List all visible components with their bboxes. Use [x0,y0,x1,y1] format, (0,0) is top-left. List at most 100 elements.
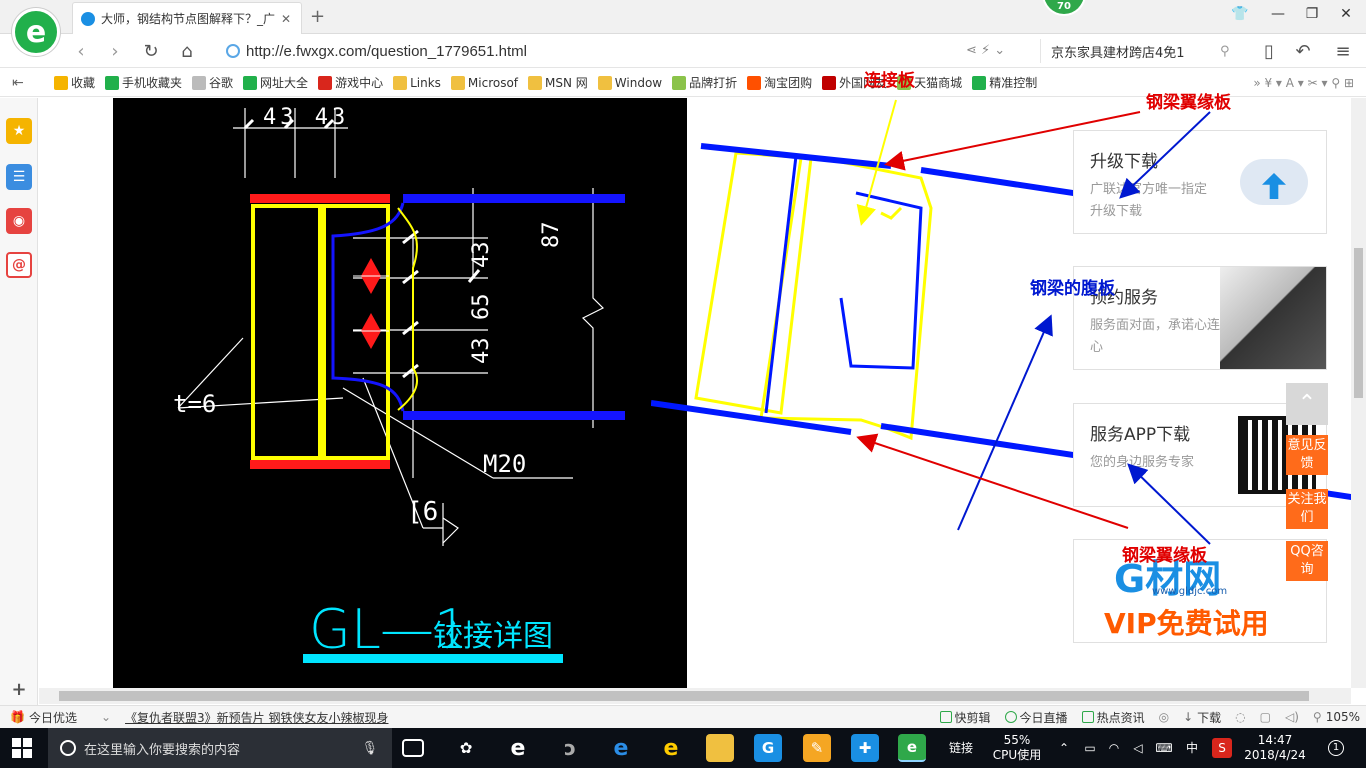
cpu-meter[interactable]: 55% CPU使用 [986,728,1048,768]
reading-list-icon[interactable]: ☰ [6,164,32,190]
tray-expand-icon[interactable]: ⌃ [1054,728,1074,768]
links-toolbar[interactable]: 链接 [944,728,978,768]
bookmark-icon [450,75,465,90]
task-view-icon[interactable] [402,739,424,757]
left-sidebar: ★ ☰ ◉ @ + [0,98,38,705]
search-icon[interactable]: ⚲ [1220,44,1240,59]
speaker-icon[interactable]: ◁ [1128,728,1148,768]
sidebar-toggle-icon[interactable]: ⇤ [12,75,32,91]
favorites-icon[interactable]: ★ [6,118,32,144]
phone-icon[interactable]: ▯ [1258,41,1280,62]
zoom-level[interactable]: 105% [1326,710,1360,724]
wifi-icon[interactable]: ◠ [1104,728,1124,768]
close-tab-icon[interactable]: ✕ [279,12,293,26]
home-button[interactable]: ⌂ [176,41,198,62]
minimize-button[interactable]: — [1268,6,1288,26]
mail-icon[interactable]: @ [6,252,32,278]
bookmark-item[interactable]: 品牌打折 [672,74,737,91]
search-input[interactable]: 京东家具建材跨店4免1 [1051,42,1220,61]
bookmark-icon [54,75,68,90]
bookmark-item[interactable]: Links [393,75,441,90]
microphone-icon[interactable]: 🎙 [361,741,378,756]
score-badge[interactable]: 70 [1042,0,1086,16]
bookmark-icon [528,75,543,90]
bookmark-item[interactable]: 游戏中心 [318,74,383,91]
zoom-icon[interactable]: ⚲ [1313,710,1322,724]
new-tab-button[interactable]: + [310,6,325,27]
ie-icon[interactable]: e [504,734,532,762]
title-bar: 大师，钢结构节点图解释下？_广 ✕ + 70 👕 — ❐ ✕ [0,0,1366,34]
bookmark-item[interactable]: 手机收藏夹 [105,74,182,91]
spiral-app-icon[interactable]: ↄ [556,734,584,762]
bookmark-icon [318,75,333,90]
glodon-app-icon[interactable]: G [754,734,782,762]
status-item-news[interactable]: 热点资讯 [1081,709,1145,726]
ime-indicator[interactable]: 中 [1182,728,1202,768]
window-icon[interactable]: ▢ [1260,710,1271,724]
weibo-icon[interactable]: ◉ [6,208,32,234]
bookmark-label: 手机收藏夹 [122,76,183,90]
undo-icon[interactable]: ↶ [1292,41,1314,62]
forward-button[interactable]: › [104,41,126,62]
bookmark-icon [747,75,762,90]
handshake-image [1220,267,1326,369]
browser-taskbar-icon[interactable]: e [898,734,926,762]
bookmark-icon [192,75,207,90]
bookmark-item[interactable]: 淘宝团购 [747,74,812,91]
bookmark-item[interactable]: MSN 网 [528,74,588,91]
skin-icon[interactable]: 👕 [1230,6,1250,26]
ie-blue-icon[interactable]: e [657,734,685,762]
download-button[interactable]: ↓ 下载 [1183,709,1221,726]
vertical-scrollbar[interactable] [1351,98,1366,688]
status-item-live[interactable]: 今日直播 [1004,709,1068,726]
action-center-icon[interactable]: 1 [1324,728,1348,768]
status-item-clip[interactable]: 快剪辑 [939,709,991,726]
plus-app-icon[interactable]: ✚ [851,734,879,762]
bookmark-item[interactable]: Microsof [450,75,518,90]
url-text[interactable]: http://e.fwxgx.com/question_1779651.html [246,43,527,60]
browser-logo-icon[interactable]: e [12,8,60,56]
clock[interactable]: 14:47 2018/4/24 [1240,728,1310,768]
follow-button[interactable]: 关注我们 [1286,489,1328,529]
bookmark-item[interactable]: Window [597,75,662,90]
back-button[interactable]: ‹ [70,41,92,62]
qq-consult-button[interactable]: QQ咨询 [1286,541,1328,581]
address-bar[interactable]: http://e.fwxgx.com/question_1779651.html [226,39,1032,63]
thickness-label: t=6 [173,390,216,418]
bookmark-item[interactable]: 网址大全 [243,74,308,91]
bookmark-icon [105,75,120,90]
keyboard-icon[interactable]: ⌨ [1152,728,1176,768]
news-ticker[interactable]: 《复仇者联盟3》新预告片 钢铁侠女友小辣椒现身 [125,709,388,726]
back-to-top-button[interactable]: ⌃ [1286,383,1328,425]
close-window-button[interactable]: ✕ [1336,6,1356,26]
ad-slogan: VIP免费试用 [1104,607,1269,640]
upgrade-download-card[interactable]: 升级下载 广联达官方唯一指定升级下载 [1073,130,1327,234]
clean-icon[interactable]: ◌ [1235,710,1245,724]
horizontal-scrollbar[interactable] [39,688,1351,704]
share-icon[interactable]: ⋖ ⚡ ⌄ [966,43,1005,58]
bookmark-item[interactable]: 收藏 [54,74,95,91]
edge-icon[interactable]: e [607,734,635,762]
toolbar-extensions[interactable]: » ¥ ▾ A ▾ ✂ ▾ ⚲ ⊞ [1253,76,1354,90]
browser-tab[interactable]: 大师，钢结构节点图解释下？_广 ✕ [72,2,302,34]
start-button[interactable] [12,738,32,758]
search-box[interactable]: 京东家具建材跨店4免1 ⚲ [1040,39,1240,63]
page-favicon-icon [81,11,95,26]
menu-icon[interactable]: ≡ [1332,41,1354,62]
notes-app-icon[interactable]: ✎ [803,734,831,762]
file-explorer-icon[interactable] [706,734,734,762]
fan-app-icon[interactable]: ✿ [452,734,480,762]
maximize-button[interactable]: ❐ [1302,6,1322,26]
today-picks[interactable]: 🎁 今日优选 [10,709,77,726]
card-desc: 您的身边服务专家 [1090,455,1195,470]
sogou-icon[interactable]: S [1212,738,1232,758]
bookmark-item[interactable]: 精准控制 [972,74,1037,91]
bookmark-item[interactable]: 谷歌 [192,74,233,91]
speed-icon[interactable]: ◎ [1159,710,1169,724]
battery-icon[interactable]: ▭ [1080,728,1100,768]
refresh-button[interactable]: ↻ [140,41,162,62]
feedback-button[interactable]: 意见反馈 [1286,435,1328,475]
taskbar-search[interactable]: 在这里输入你要搜索的内容 🎙 [48,728,392,768]
volume-icon[interactable]: ◁) [1285,710,1299,724]
add-sidebar-icon[interactable]: + [6,676,32,702]
